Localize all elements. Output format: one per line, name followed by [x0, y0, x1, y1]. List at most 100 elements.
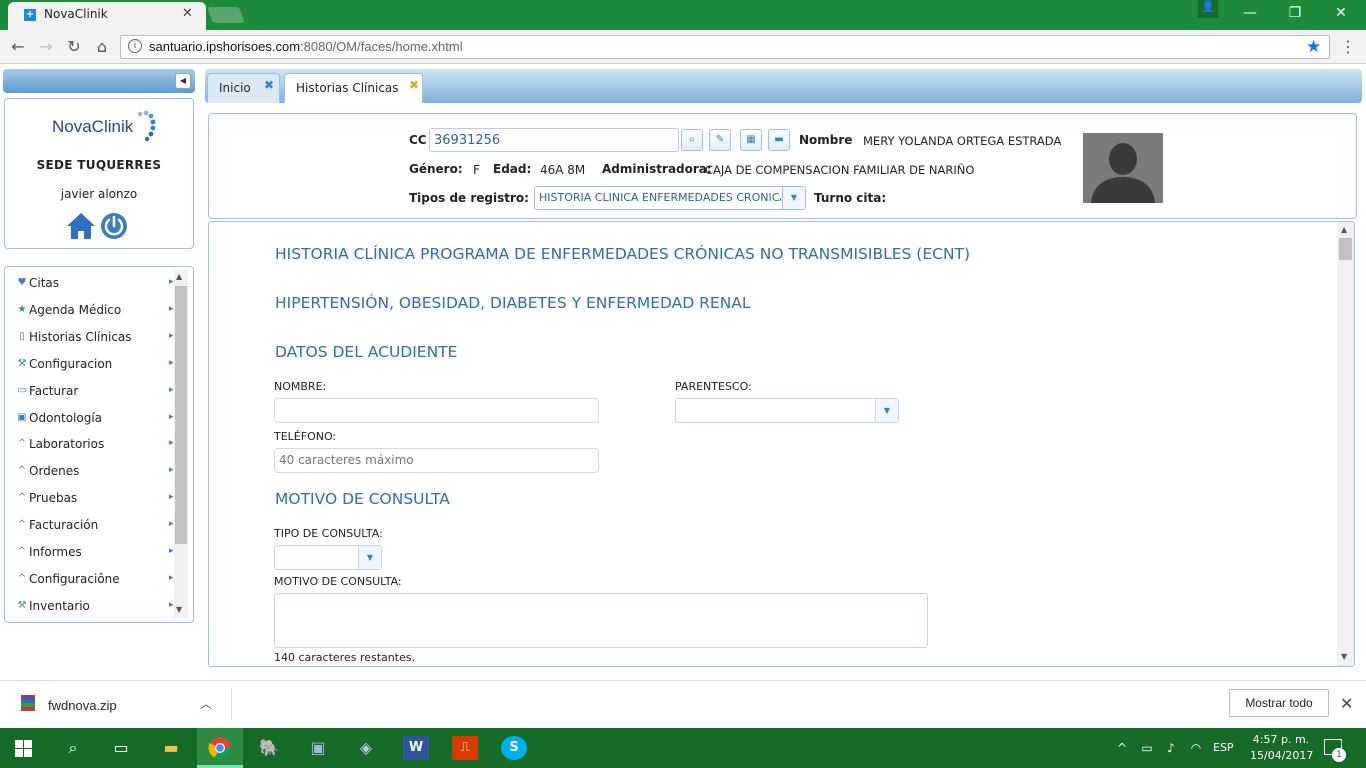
menu-item-label: Historias Clínicas: [29, 330, 132, 344]
minimize-button[interactable]: —: [1230, 4, 1270, 24]
menu-item[interactable]: ^ Facturación ▸: [16, 517, 176, 537]
home-nav-icon[interactable]: ⌂: [92, 37, 112, 57]
menu-item[interactable]: ▭ Facturar ▸: [16, 383, 176, 403]
tab-close-icon[interactable]: ✕: [182, 6, 193, 21]
caret-up-icon: ^: [17, 573, 27, 584]
tipo-registro-value: HISTORIA CLINICA ENFERMEDADES CRONICAS: [539, 191, 781, 204]
skype-icon[interactable]: S: [501, 736, 527, 760]
site-info-icon[interactable]: i: [128, 39, 142, 53]
menu-item[interactable]: ^ Ordenes ▸: [16, 463, 176, 483]
menu-item-label: Facturación: [29, 518, 99, 532]
caret-up-icon: ^: [17, 465, 27, 476]
notification-count: 1: [1332, 748, 1346, 762]
menu-item[interactable]: ♥ Citas ▸: [16, 275, 176, 295]
power-icon[interactable]: [100, 212, 128, 240]
close-window-button[interactable]: ✕: [1321, 4, 1361, 24]
tipo-consulta-label: TIPO DE CONSULTA:: [274, 527, 383, 540]
menu-item[interactable]: ▯ Historias Clínicas ▸: [16, 329, 176, 349]
battery-icon[interactable]: ▭: [1137, 736, 1157, 760]
sede-label: SEDE TUQUERRES: [36, 158, 162, 172]
novaclinik-logo: NovaClinik: [52, 117, 134, 136]
menu-item[interactable]: ⚒ Configuracion ▸: [16, 356, 176, 376]
search-icon[interactable]: ⌕: [60, 736, 86, 760]
menu-item[interactable]: ^ Laboratorios ▸: [16, 436, 176, 456]
menu-scroll-down-icon[interactable]: ▼: [176, 605, 182, 614]
virtualbox-icon[interactable]: ◈: [353, 736, 379, 760]
menu-item[interactable]: ^ Configuraciône ▸: [16, 571, 176, 591]
tipo-consulta-chevron-down-icon[interactable]: ▼: [358, 546, 381, 569]
telefono-label: TELÉFONO:: [274, 430, 337, 443]
printer-icon: ▭: [17, 385, 27, 396]
clipboard-icon: ▯: [19, 331, 25, 342]
chrome-icon[interactable]: [208, 736, 232, 760]
postgres-icon[interactable]: 🐘: [256, 736, 282, 760]
menu-item-label: Agenda Médico: [29, 303, 122, 317]
clock-date[interactable]: 15/04/2017: [1250, 749, 1313, 762]
word-icon[interactable]: W: [403, 736, 429, 760]
restore-button[interactable]: ❐: [1275, 4, 1315, 24]
volume-icon[interactable]: ♪: [1161, 736, 1181, 760]
clock-time[interactable]: 4:57 p. m.: [1250, 733, 1312, 746]
telefono-placeholder: 40 caracteres máximo: [279, 453, 414, 467]
parentesco-label: PARENTESCO:: [675, 380, 752, 393]
search-patient-button[interactable]: ⌕: [681, 129, 703, 151]
tray-expand-icon[interactable]: ^: [1112, 736, 1132, 760]
close-download-bar-icon[interactable]: ✕: [1340, 694, 1353, 713]
form-scroll-up-icon[interactable]: ▲: [1341, 225, 1347, 234]
parentesco-select[interactable]: [675, 398, 899, 423]
menu-item[interactable]: ★ Agenda Médico ▸: [16, 302, 176, 322]
calendar-button[interactable]: ▦: [740, 129, 762, 151]
edit-patient-button[interactable]: ✎: [709, 129, 731, 151]
language-indicator[interactable]: ESP: [1213, 741, 1234, 754]
back-arrow-icon[interactable]: ←: [8, 37, 28, 57]
browser-user-icon[interactable]: 👤: [1198, 0, 1218, 18]
tooth-icon: ▣: [17, 412, 27, 423]
home-icon[interactable]: [66, 212, 96, 240]
download-chevron-up-icon[interactable]: ︿: [200, 695, 212, 712]
chevron-right-icon: ▸: [169, 492, 174, 502]
caret-up-icon: ^: [17, 546, 27, 557]
tab-inicio-close-icon[interactable]: ✖: [264, 78, 274, 92]
menu-item[interactable]: ▣ Odontología ▸: [16, 410, 176, 430]
download-filename[interactable]: fwdnova.zip: [48, 698, 117, 713]
section-motivo-consulta: MOTIVO DE CONSULTA: [275, 490, 450, 508]
menu-item-label: Pruebas: [29, 491, 78, 505]
tab-historias-close-icon[interactable]: ✖: [409, 78, 419, 92]
menu-scroll-up-icon[interactable]: ▲: [176, 272, 182, 281]
motivo-consulta-textarea[interactable]: [274, 593, 928, 648]
chevron-right-icon: ▸: [169, 546, 174, 556]
logo-dots-icon: [137, 110, 156, 142]
menu-item[interactable]: ^ Informes ▸: [16, 544, 176, 564]
edad-label: Edad:: [493, 162, 532, 176]
folder-button[interactable]: ▬: [768, 129, 790, 151]
network-app-icon[interactable]: ▣: [305, 736, 331, 760]
bookmark-star-icon[interactable]: ★: [1306, 37, 1321, 57]
menu-item[interactable]: ⚒ Inventario ▸: [16, 598, 176, 618]
nombre-label: Nombre: [799, 133, 853, 147]
menu-item[interactable]: ^ Pruebas ▸: [16, 490, 176, 510]
form-scrollbar[interactable]: [1337, 222, 1354, 666]
show-all-button[interactable]: Mostrar todo: [1229, 689, 1329, 717]
parentesco-chevron-down-icon[interactable]: ▼: [875, 399, 898, 422]
caret-up-icon: ^: [17, 492, 27, 503]
cc-value: 36931256: [434, 133, 501, 148]
form-scrollbar-thumb[interactable]: [1339, 238, 1352, 260]
chevron-down-icon[interactable]: ▼: [782, 187, 805, 209]
wifi-icon[interactable]: ◠: [1186, 736, 1206, 760]
menu-scrollbar-thumb[interactable]: [175, 286, 187, 544]
forward-arrow-icon[interactable]: →: [36, 37, 56, 57]
patient-avatar: [1083, 133, 1163, 203]
url-text[interactable]: santuario.ipshorisoes.com:8080/OM/faces/…: [149, 39, 463, 54]
collapse-sidebar-button[interactable]: ◀: [175, 73, 191, 89]
task-view-icon[interactable]: ▭: [108, 736, 134, 760]
file-explorer-icon[interactable]: ▬: [158, 736, 184, 760]
form-scroll-down-icon[interactable]: ▼: [1341, 652, 1347, 661]
reload-icon[interactable]: ↻: [64, 37, 84, 57]
browser-menu-icon[interactable]: ⋮: [1340, 37, 1356, 56]
new-tab-button[interactable]: [207, 7, 245, 23]
acudiente-nombre-input[interactable]: [274, 398, 599, 423]
patient-name: MERY YOLANDA ORTEGA ESTRADA: [863, 134, 1062, 148]
windows-start-icon[interactable]: [15, 740, 32, 757]
form-title: HISTORIA CLÍNICA PROGRAMA DE ENFERMEDADE…: [275, 245, 971, 263]
pdf-app-icon[interactable]: ⎍: [452, 736, 478, 760]
